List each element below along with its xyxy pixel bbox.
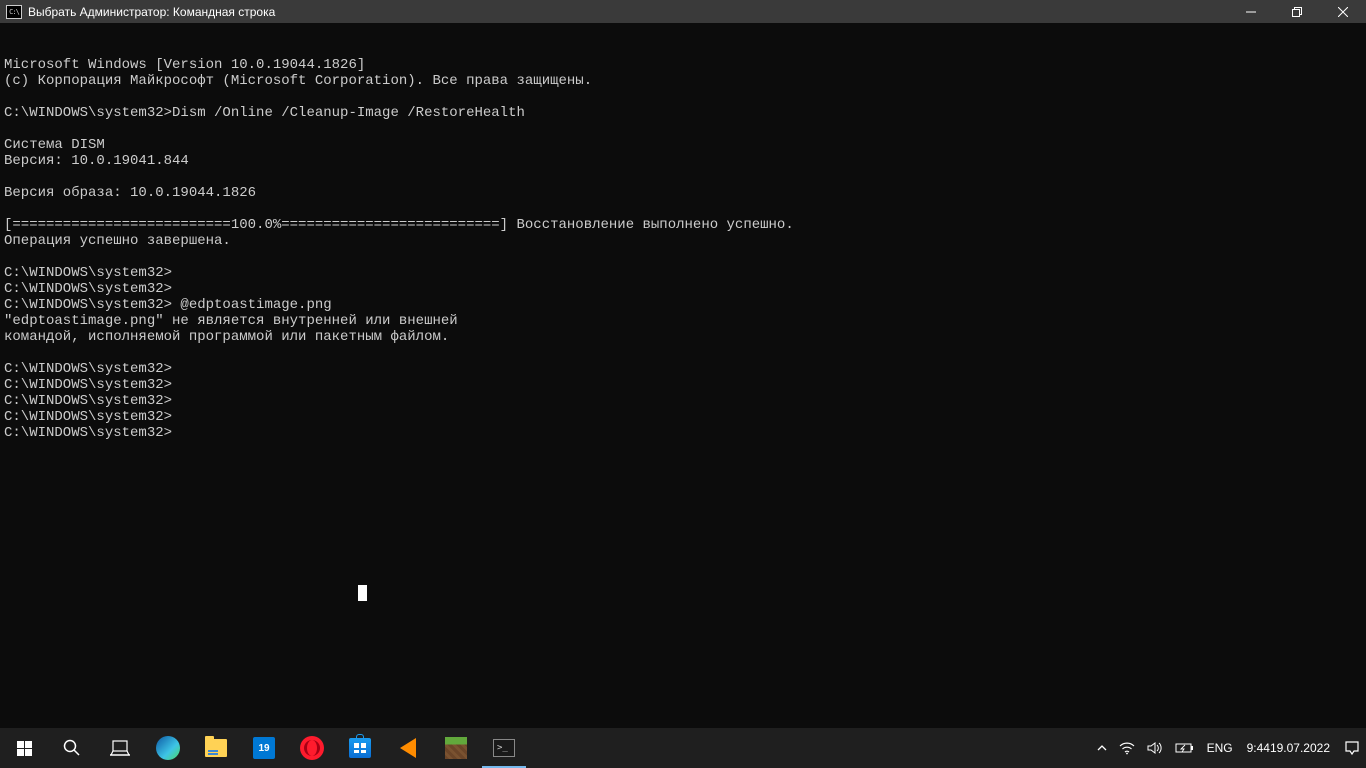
terminal-line: C:\WINDOWS\system32> [4,361,1362,377]
tray-language[interactable]: ENG [1201,728,1239,768]
cmd-window-icon: C:\ [6,5,22,19]
titlebar[interactable]: C:\ Выбрать Администратор: Командная стр… [0,0,1366,23]
taskbar-app-cmd[interactable]: >_ [480,728,528,768]
taskbar-app-media[interactable] [384,728,432,768]
terminal-line: C:\WINDOWS\system32> [4,425,1362,441]
terminal-line: Версия: 10.0.19041.844 [4,153,1362,169]
search-button[interactable] [48,728,96,768]
taskbar-app-opera[interactable] [288,728,336,768]
opera-icon [300,736,324,760]
terminal-line [4,345,1362,361]
window-title: Выбрать Администратор: Командная строка [28,5,1228,19]
terminal-line [4,169,1362,185]
tray-volume[interactable] [1141,728,1169,768]
tray-clock[interactable]: 9:44 19.07.2022 [1239,728,1338,768]
system-tray: ENG 9:44 19.07.2022 [1091,728,1366,768]
taskbar-app-explorer[interactable] [192,728,240,768]
tray-date: 19.07.2022 [1270,741,1330,755]
taskbar-app-calendar[interactable]: 19 [240,728,288,768]
edge-icon [156,736,180,760]
wifi-icon [1119,741,1135,755]
maximize-button[interactable] [1274,0,1320,23]
terminal-line: [==========================100.0%=======… [4,217,1362,233]
tray-battery[interactable] [1169,728,1201,768]
cmd-icon: >_ [493,739,515,757]
terminal-line: (c) Корпорация Майкрософт (Microsoft Cor… [4,73,1362,89]
taskbar-app-edge[interactable] [144,728,192,768]
battery-plugged-icon [1175,742,1195,754]
text-cursor [358,585,367,601]
microsoft-store-icon [349,738,371,758]
terminal-output[interactable]: Microsoft Windows [Version 10.0.19044.18… [0,23,1366,728]
window-controls [1228,0,1366,23]
terminal-line: Операция успешно завершена. [4,233,1362,249]
command-prompt-window: C:\ Выбрать Администратор: Командная стр… [0,0,1366,728]
minecraft-icon [445,737,467,759]
taskbar-app-store[interactable] [336,728,384,768]
tray-show-hidden-icons[interactable] [1091,728,1113,768]
terminal-line: C:\WINDOWS\system32> [4,281,1362,297]
task-view-button[interactable] [96,728,144,768]
notification-icon [1344,740,1360,756]
terminal-line: командой, исполняемой программой или пак… [4,329,1362,345]
taskbar-app-minecraft[interactable] [432,728,480,768]
terminal-line: C:\WINDOWS\system32> [4,265,1362,281]
tray-action-center[interactable] [1338,728,1366,768]
terminal-line: C:\WINDOWS\system32>Dism /Online /Cleanu… [4,105,1362,121]
terminal-line: C:\WINDOWS\system32> @edptoastimage.png [4,297,1362,313]
windows-logo-icon [17,741,32,756]
tray-time: 9:44 [1247,741,1270,755]
terminal-line: Microsoft Windows [Version 10.0.19044.18… [4,57,1362,73]
taskbar: 19 >_ ENG 9:44 19.07.2022 [0,728,1366,768]
terminal-line [4,121,1362,137]
terminal-line [4,201,1362,217]
terminal-line: C:\WINDOWS\system32> [4,393,1362,409]
media-player-icon [400,738,416,758]
speaker-icon [1147,741,1163,755]
start-button[interactable] [0,728,48,768]
search-icon [63,739,81,757]
task-view-icon [110,740,130,756]
terminal-line: "edptoastimage.png" не является внутренн… [4,313,1362,329]
file-explorer-icon [205,739,227,757]
terminal-line [4,249,1362,265]
terminal-line: Версия образа: 10.0.19044.1826 [4,185,1362,201]
tray-wifi[interactable] [1113,728,1141,768]
close-button[interactable] [1320,0,1366,23]
terminal-line [4,89,1362,105]
calendar-icon: 19 [253,737,275,759]
terminal-line: C:\WINDOWS\system32> [4,377,1362,393]
minimize-button[interactable] [1228,0,1274,23]
terminal-line: Cистема DISM [4,137,1362,153]
chevron-up-icon [1097,743,1107,753]
terminal-line: C:\WINDOWS\system32> [4,409,1362,425]
